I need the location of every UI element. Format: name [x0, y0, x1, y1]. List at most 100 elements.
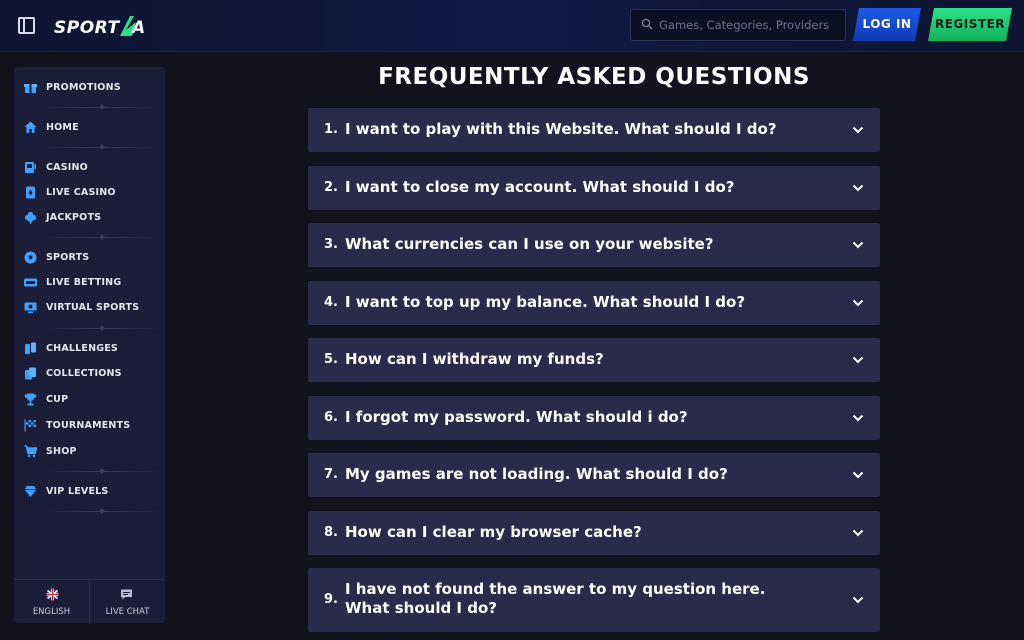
- faq-question: How can I withdraw my funds?: [345, 350, 604, 368]
- sidebar-item-label: LIVE CASINO: [46, 187, 116, 198]
- chevron-down-icon[interactable]: [852, 239, 864, 251]
- sidebar-item-label: HOME: [46, 122, 79, 133]
- faq-question: I have not found the answer to my questi…: [345, 580, 766, 617]
- sidebar-divider: [42, 511, 162, 512]
- faq-item-9[interactable]: 9. I have not found the answer to my que…: [308, 568, 880, 632]
- faq-question: I want to top up my balance. What should…: [345, 293, 746, 311]
- sidebar-item-promotions[interactable]: PROMOTIONS: [14, 77, 165, 99]
- faq-question: I want to close my account. What should …: [345, 178, 735, 196]
- sidebar-item-label: TOURNAMENTS: [46, 420, 131, 431]
- faq-number: 6.: [324, 410, 338, 425]
- slot-machine-icon: [25, 162, 36, 173]
- home-icon: [24, 121, 37, 133]
- top-header: SPORT A LOG IN REGISTER: [0, 0, 1024, 52]
- chevron-down-icon[interactable]: [852, 354, 864, 366]
- sidebar-item-shop[interactable]: SHOP: [14, 441, 165, 463]
- checkered-flag-icon: [24, 419, 36, 432]
- page-title: FREQUENTLY ASKED QUESTIONS: [378, 64, 810, 90]
- sidebar-divider: [42, 237, 162, 238]
- sidebar-item-home[interactable]: HOME: [14, 117, 165, 139]
- sidebar-item-jackpots[interactable]: JACKPOTS: [14, 207, 165, 229]
- shop-cart-icon: [24, 445, 37, 458]
- live-badge-icon: [24, 278, 37, 287]
- faq-item-5[interactable]: 5. How can I withdraw my funds?: [308, 338, 880, 382]
- sidebar-item-label: LIVE BETTING: [46, 277, 122, 288]
- sidebar-item-label: CHALLENGES: [46, 343, 118, 354]
- cards-icon: [25, 367, 36, 380]
- sidebar-divider: [42, 107, 162, 108]
- soccer-ball-icon: [24, 251, 37, 264]
- faq-number: 1.: [324, 122, 338, 137]
- chevron-down-icon[interactable]: [852, 297, 864, 309]
- sidebar-item-label: CUP: [46, 394, 69, 405]
- sidebar-divider: [42, 328, 162, 329]
- faq-question: I forgot my password. What should i do?: [345, 408, 688, 426]
- chevron-down-icon[interactable]: [852, 469, 864, 481]
- sidebar-item-collections[interactable]: COLLECTIONS: [14, 363, 165, 385]
- faq-item-2[interactable]: 2. I want to close my account. What shou…: [308, 166, 880, 210]
- search-box[interactable]: [630, 9, 846, 41]
- sidebar-item-vip-levels[interactable]: VIP LEVELS: [14, 481, 165, 503]
- sidebar: PROMOTIONS HOME CASINO LIVE CASINO JACKP…: [14, 67, 165, 624]
- language-label: ENGLISH: [32, 607, 71, 617]
- register-button[interactable]: REGISTER: [928, 8, 1012, 41]
- faq-number: 5.: [324, 352, 338, 367]
- faq-number: 4.: [324, 295, 338, 310]
- sidebar-item-live-betting[interactable]: LIVE BETTING: [14, 272, 165, 294]
- sidebar-item-challenges[interactable]: CHALLENGES: [14, 338, 165, 360]
- sidebar-item-tournaments[interactable]: TOURNAMENTS: [14, 415, 165, 437]
- sidebar-item-label: VIRTUAL SPORTS: [46, 302, 140, 313]
- virtual-sports-icon: [24, 302, 37, 313]
- sidebar-item-casino[interactable]: CASINO: [14, 157, 165, 179]
- sidebar-item-label: PROMOTIONS: [46, 82, 121, 93]
- svg-text:A: A: [130, 18, 146, 38]
- sidebar-item-virtual-sports[interactable]: VIRTUAL SPORTS: [14, 297, 165, 319]
- live-chat-button[interactable]: LIVE CHAT: [89, 580, 165, 624]
- faq-question: My games are not loading. What should I …: [345, 465, 728, 483]
- faq-question: How can I clear my browser cache?: [345, 523, 642, 541]
- uk-flag-icon: [46, 588, 59, 601]
- sidebar-item-label: JACKPOTS: [46, 212, 102, 223]
- live-casino-icon: [26, 186, 35, 199]
- faq-item-1[interactable]: 1. I want to play with this Website. Wha…: [308, 108, 880, 152]
- sidebar-item-label: SPORTS: [46, 252, 90, 263]
- chevron-down-icon[interactable]: [852, 124, 864, 136]
- faq-number: 9.: [324, 592, 338, 607]
- diamond-icon: [24, 486, 37, 497]
- login-button[interactable]: LOG IN: [853, 8, 921, 41]
- sidebar-item-sports[interactable]: SPORTS: [14, 247, 165, 269]
- sidebar-footer: ENGLISH LIVE CHAT: [14, 579, 165, 624]
- live-chat-label: LIVE CHAT: [105, 607, 150, 617]
- challenges-icon: [25, 342, 36, 354]
- sidebar-item-live-casino[interactable]: LIVE CASINO: [14, 182, 165, 204]
- chevron-down-icon[interactable]: [852, 527, 864, 539]
- faq-item-8[interactable]: 8. How can I clear my browser cache?: [308, 511, 880, 555]
- faq-question: What currencies can I use on your websit…: [345, 235, 714, 253]
- sidebar-item-cup[interactable]: CUP: [14, 389, 165, 411]
- faq-question: I want to play with this Website. What s…: [345, 120, 777, 138]
- faq-number: 2.: [324, 180, 338, 195]
- language-selector[interactable]: ENGLISH: [14, 580, 89, 624]
- chevron-down-icon[interactable]: [852, 412, 864, 424]
- search-icon: [641, 18, 653, 30]
- sidebar-divider: [42, 471, 162, 472]
- sidebar-item-label: SHOP: [46, 446, 77, 457]
- sidebar-divider: [42, 147, 162, 148]
- sidebar-toggle-icon[interactable]: [18, 17, 35, 34]
- faq-number: 8.: [324, 525, 338, 540]
- sidebar-item-label: COLLECTIONS: [46, 368, 122, 379]
- trophy-icon: [24, 393, 37, 406]
- sidebar-item-label: CASINO: [46, 162, 88, 173]
- clover-icon: [24, 211, 37, 224]
- search-input[interactable]: [659, 10, 843, 40]
- faq-number: 7.: [324, 467, 338, 482]
- faq-item-4[interactable]: 4. I want to top up my balance. What sho…: [308, 281, 880, 325]
- faq-item-3[interactable]: 3. What currencies can I use on your web…: [308, 223, 880, 267]
- faq-item-7[interactable]: 7. My games are not loading. What should…: [308, 453, 880, 497]
- chevron-down-icon[interactable]: [852, 182, 864, 194]
- sidebar-item-label: VIP LEVELS: [46, 486, 109, 497]
- faq-number: 3.: [324, 237, 338, 252]
- chevron-down-icon[interactable]: [852, 594, 864, 606]
- faq-item-6[interactable]: 6. I forgot my password. What should i d…: [308, 396, 880, 440]
- svg-text:SPORT: SPORT: [54, 18, 120, 38]
